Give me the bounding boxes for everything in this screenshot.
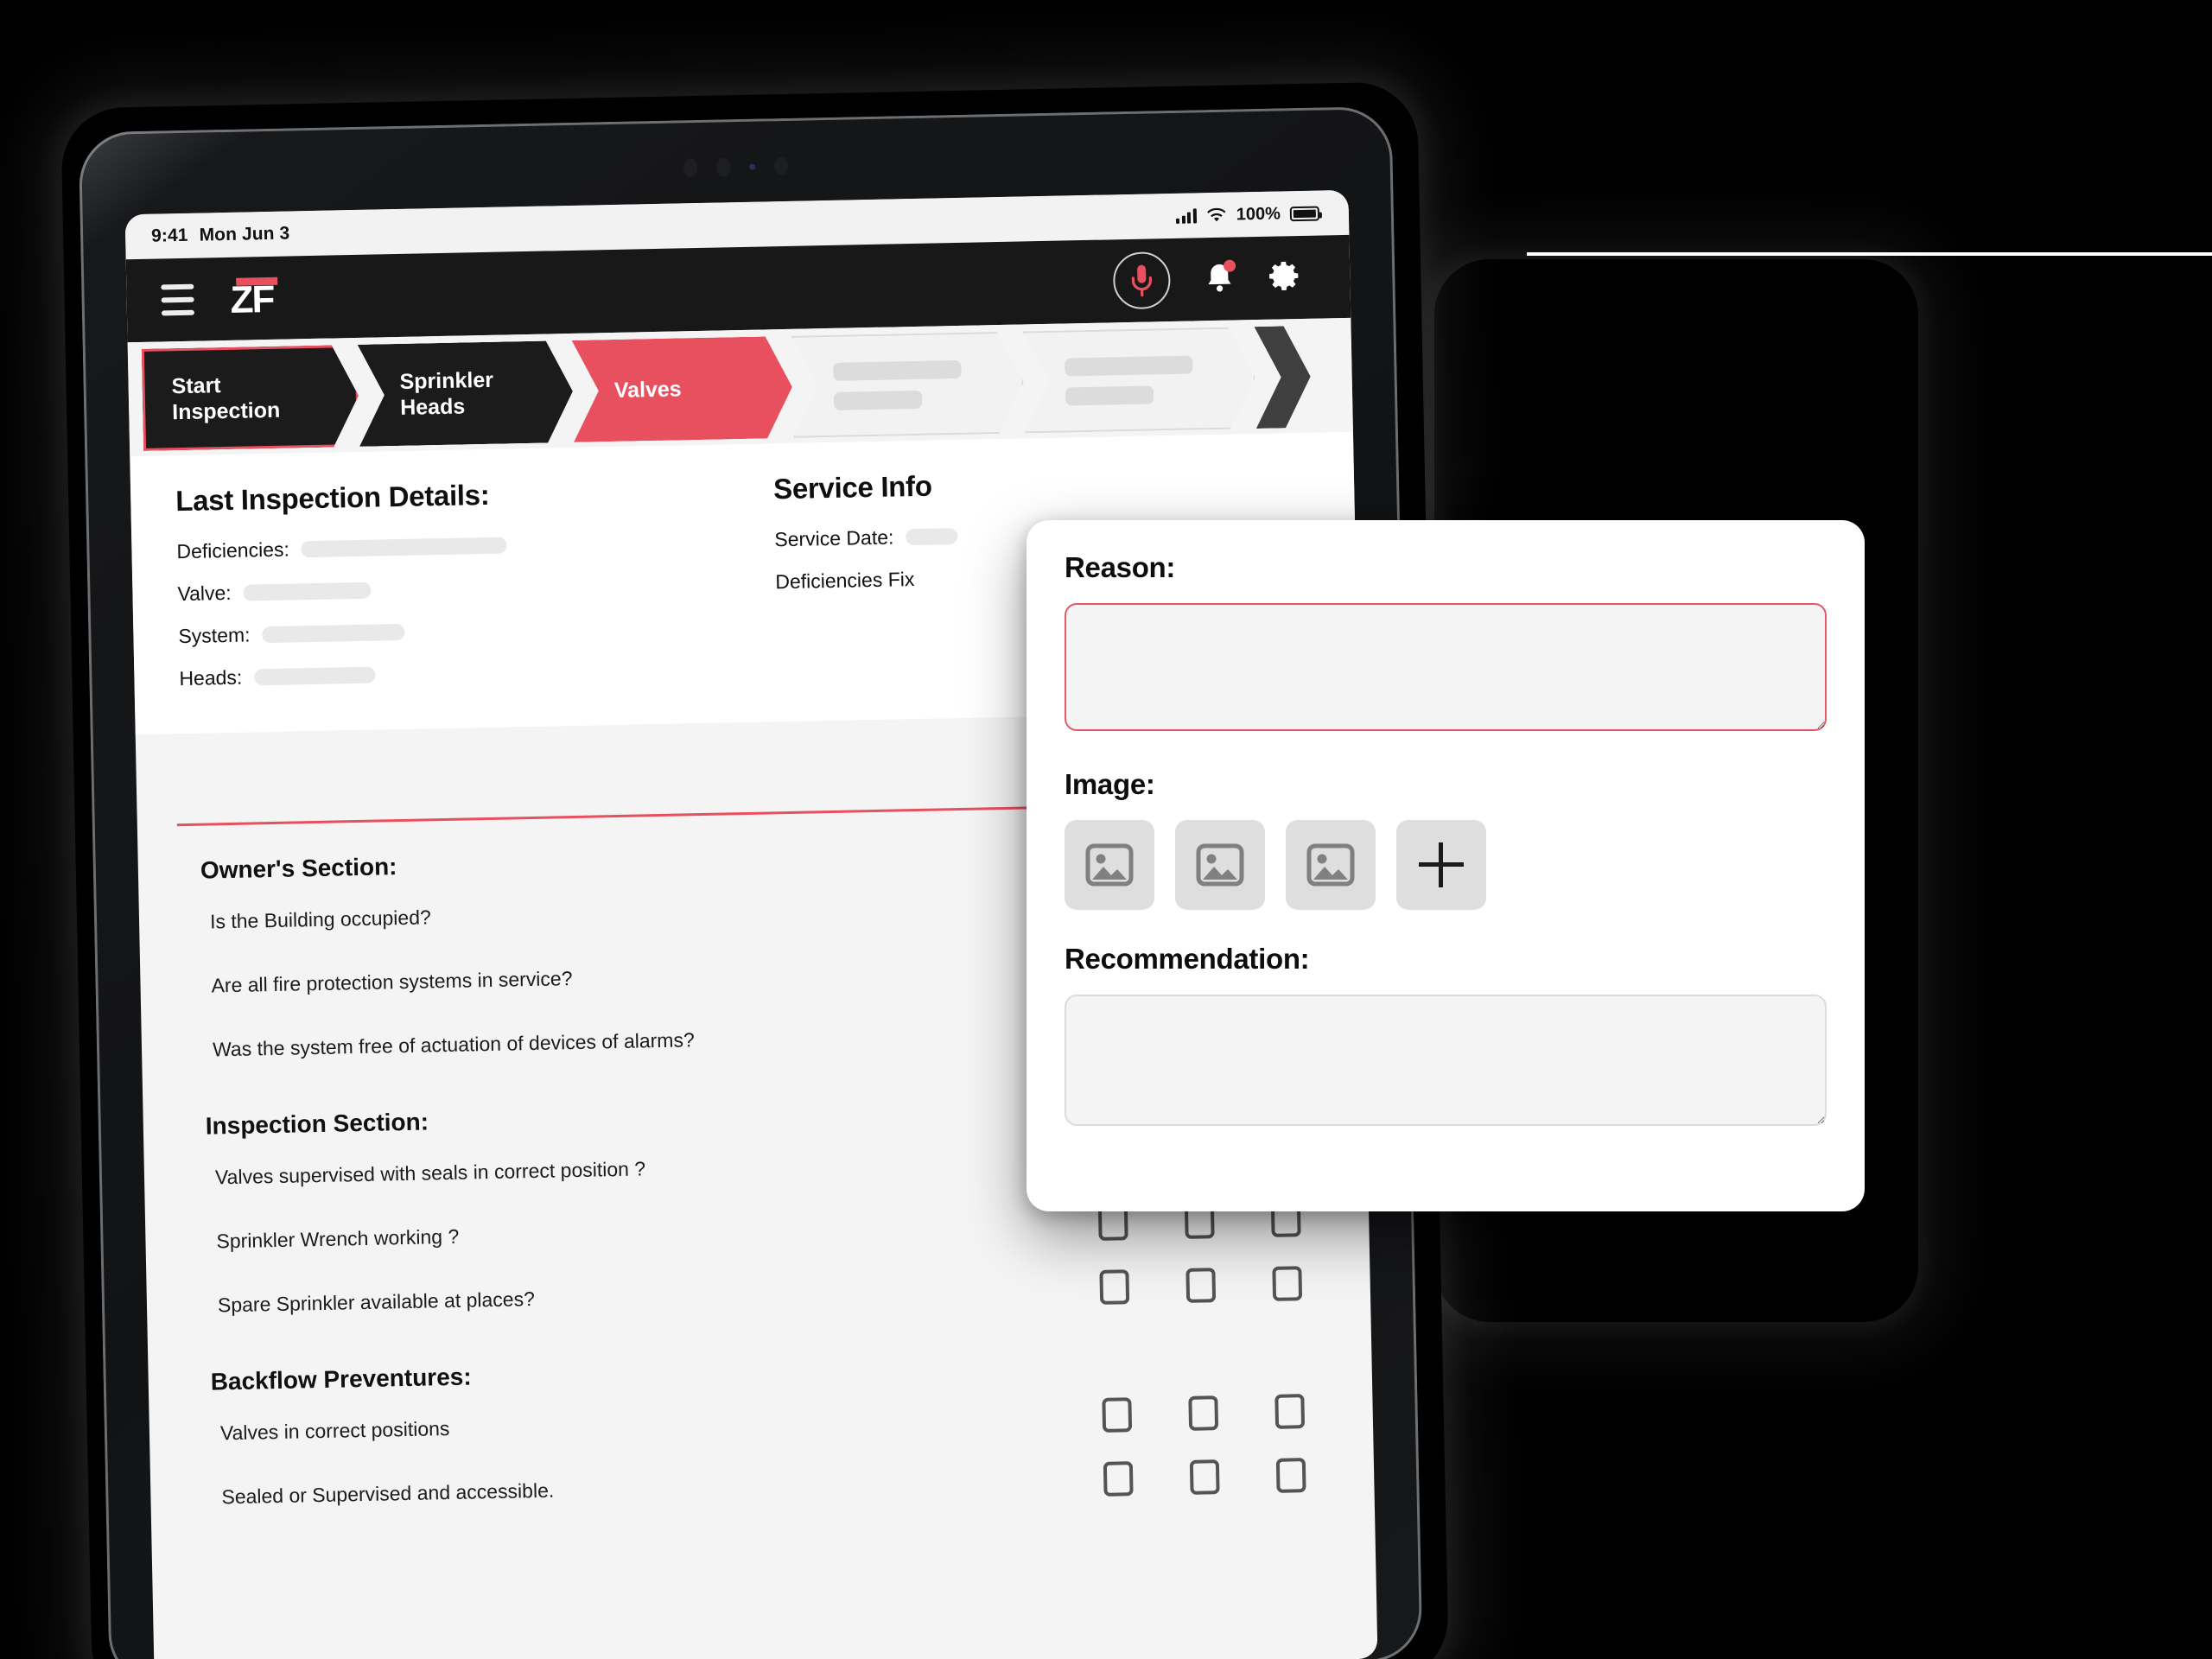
skeleton-bar [1065, 355, 1192, 376]
plus-icon [1419, 842, 1464, 887]
logo-text: ZF [230, 277, 274, 321]
last-inspection-block: Last Inspection Details: Deficiencies: V… [130, 474, 733, 710]
question-label: Valves supervised with seals in correct … [214, 1156, 646, 1188]
recommendation-label: Recommendation: [1065, 943, 1310, 975]
detail-row: Heads: [179, 656, 732, 690]
question-label: Is the Building occupied? [209, 905, 432, 932]
stepper-step-start-inspection[interactable]: Start Inspection [142, 345, 359, 451]
status-time: 9:41 [150, 225, 188, 246]
detail-row: Deficiencies: [176, 529, 729, 563]
checkbox-yes[interactable] [1103, 1461, 1134, 1497]
stepper-step-placeholder[interactable] [1023, 327, 1256, 433]
detail-label: Service Date: [774, 525, 894, 551]
image-placeholder-icon [1196, 843, 1244, 887]
value-placeholder [254, 666, 376, 686]
camera-lens-icon [773, 156, 789, 176]
question-label: Was the system free of actuation of devi… [212, 1027, 695, 1060]
decorative-rule [1527, 252, 2212, 256]
checkbox-yes[interactable] [1099, 1269, 1130, 1305]
skeleton-bar [833, 359, 961, 380]
value-placeholder [906, 528, 958, 546]
question-label: Sealed or Supervised and accessible. [221, 1478, 555, 1508]
value-placeholder [301, 537, 507, 558]
sensor-led-icon [749, 163, 756, 170]
battery-percent-label: 100% [1236, 203, 1281, 224]
stepper-step-line2: Inspection [171, 397, 281, 425]
checkbox-no[interactable] [1189, 1459, 1220, 1495]
image-thumbnail[interactable] [1175, 820, 1265, 910]
skeleton-bar [834, 390, 922, 410]
app-logo[interactable]: ZF [230, 276, 288, 321]
stepper-step-placeholder[interactable] [791, 331, 1025, 437]
camera-lens-icon [715, 157, 731, 177]
stepper-step-line1: Sprinkler [399, 367, 494, 394]
image-thumbnail-list [1065, 820, 1827, 910]
checkbox-na[interactable] [1272, 1266, 1303, 1301]
battery-full-icon [1289, 206, 1320, 221]
stepper-overflow-indicator[interactable] [1255, 326, 1312, 429]
stepper-step-valves[interactable]: Valves [572, 336, 793, 442]
settings-button[interactable] [1268, 258, 1302, 296]
cellular-bars-icon [1176, 207, 1197, 224]
reason-label: Reason: [1065, 551, 1176, 583]
checkbox-no[interactable] [1185, 1268, 1217, 1303]
recommendation-input[interactable] [1065, 995, 1827, 1126]
image-placeholder-icon [1306, 843, 1355, 887]
skeleton-bar [1065, 385, 1154, 405]
detail-row: Valve: [177, 571, 730, 606]
hamburger-menu-icon[interactable] [161, 283, 194, 316]
microphone-icon [1131, 264, 1153, 297]
settings-gear-icon [1269, 261, 1299, 290]
camera-lens-icon [683, 157, 698, 178]
reason-input[interactable] [1065, 603, 1827, 731]
stepper-step-line2: Heads [399, 394, 466, 420]
wifi-icon [1206, 207, 1226, 222]
detail-label: Deficiencies: [176, 537, 290, 563]
value-placeholder [243, 582, 372, 601]
detail-row: System: [178, 613, 731, 648]
question-label: Are all fire protection systems in servi… [211, 966, 573, 996]
detail-label: System: [178, 623, 251, 648]
scene: 9:41 Mon Jun 3 100% ZF Start Inspection … [0, 0, 2212, 1659]
question-label: Sprinkler Wrench working ? [216, 1224, 460, 1252]
image-label: Image: [1065, 768, 1155, 800]
detail-label: Valve: [177, 581, 232, 606]
checkbox-yes[interactable] [1102, 1397, 1133, 1433]
service-info-title: Service Info [772, 469, 932, 505]
front-camera-array [683, 156, 789, 178]
detail-label: Deficiencies Fix [775, 568, 915, 594]
status-date: Mon Jun 3 [199, 223, 290, 245]
image-thumbnail[interactable] [1286, 820, 1376, 910]
image-thumbnail[interactable] [1065, 820, 1154, 910]
question-label: Valves in correct positions [219, 1416, 450, 1444]
stepper-step-label: Valves [613, 377, 682, 403]
notifications-button[interactable] [1205, 258, 1236, 298]
deficiency-detail-modal: Reason: Image: Recommendation: [1027, 520, 1865, 1211]
stepper-step-sprinkler-heads[interactable]: Sprinkler Heads [358, 340, 574, 447]
image-placeholder-icon [1085, 843, 1134, 887]
detail-label: Heads: [179, 665, 243, 690]
voice-input-button[interactable] [1112, 251, 1172, 310]
stepper-step-line1: Start [171, 373, 221, 399]
last-inspection-title: Last Inspection Details: [175, 478, 490, 518]
value-placeholder [262, 623, 405, 644]
notification-badge-dot [1223, 258, 1236, 272]
checkbox-na[interactable] [1274, 1394, 1306, 1429]
checkbox-na[interactable] [1275, 1458, 1306, 1493]
question-label: Spare Sprinkler available at places? [217, 1287, 536, 1316]
add-image-button[interactable] [1396, 820, 1486, 910]
checkbox-no[interactable] [1188, 1395, 1219, 1431]
